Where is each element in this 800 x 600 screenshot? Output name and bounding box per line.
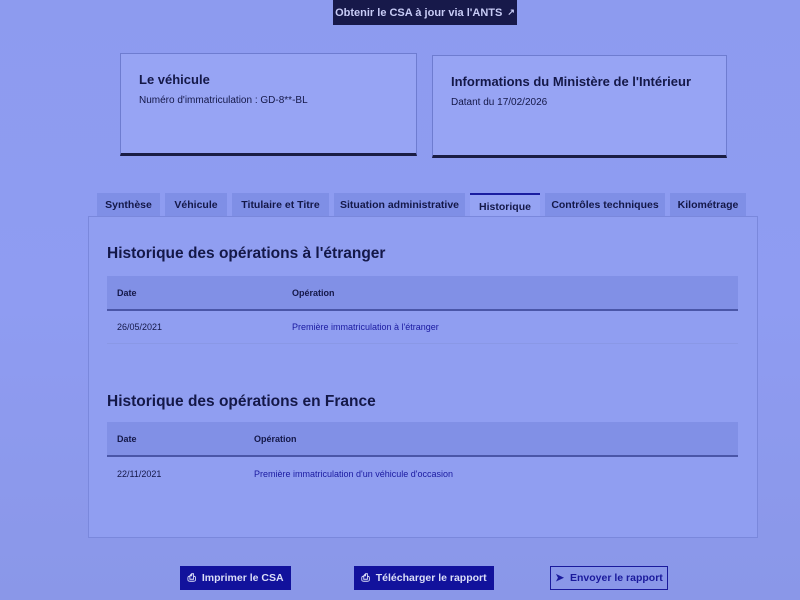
table-row: 22/11/2021 Première immatriculation d'un… bbox=[107, 457, 738, 491]
get-updated-csa-label: Obtenir le CSA à jour via l'ANTS bbox=[335, 6, 503, 19]
tab-situation-administrative[interactable]: Situation administrative bbox=[334, 193, 465, 217]
row-operation: Première immatriculation d'un véhicule d… bbox=[254, 469, 454, 479]
registration-number: Numéro d'immatriculation : GD-8**-BL bbox=[139, 95, 308, 106]
tab-kilometrage[interactable]: Kilométrage bbox=[670, 193, 746, 217]
download-report-button[interactable]: ⎙ Télécharger le rapport bbox=[354, 566, 494, 590]
tab-vehicule[interactable]: Véhicule bbox=[165, 193, 227, 217]
ministry-card: Informations du Ministère de l'Intérieur… bbox=[432, 55, 727, 158]
row-date: 22/11/2021 bbox=[117, 469, 162, 479]
column-header-date: Date bbox=[117, 287, 137, 298]
printer-icon: ⎙ bbox=[187, 571, 196, 584]
print-csa-button[interactable]: ⎙ Imprimer le CSA bbox=[180, 566, 291, 590]
tab-titulaire[interactable]: Titulaire et Titre bbox=[232, 193, 329, 217]
download-report-label: Télécharger le rapport bbox=[375, 572, 487, 584]
table-row: 26/05/2021 Première immatriculation à l'… bbox=[107, 310, 738, 344]
france-history-title: Historique des opérations en France bbox=[107, 393, 376, 410]
france-table-header: Date Opération bbox=[107, 422, 738, 457]
vehicle-card-title: Le véhicule bbox=[139, 72, 210, 87]
print-csa-label: Imprimer le CSA bbox=[201, 572, 284, 584]
row-date: 26/05/2021 bbox=[117, 321, 163, 332]
row-operation: Première immatriculation à l'étranger bbox=[292, 321, 439, 332]
vehicle-card: Le véhicule Numéro d'immatriculation : G… bbox=[120, 53, 417, 156]
column-header-operation: Opération bbox=[292, 287, 335, 298]
ministry-card-title: Informations du Ministère de l'Intérieur bbox=[451, 74, 692, 89]
column-header-date: Date bbox=[117, 433, 137, 444]
send-icon: ➤ bbox=[555, 572, 565, 584]
ministry-date: Datant du 17/02/2026 bbox=[451, 97, 548, 108]
external-link-icon: ↗ bbox=[507, 7, 515, 17]
printer-icon: ⎙ bbox=[361, 571, 370, 584]
send-report-button[interactable]: ➤ Envoyer le rapport bbox=[550, 566, 668, 590]
foreign-table-header: Date Opération bbox=[107, 276, 738, 311]
get-updated-csa-button[interactable]: Obtenir le CSA à jour via l'ANTS ↗ bbox=[333, 0, 517, 25]
tab-historique[interactable]: Historique bbox=[470, 193, 540, 218]
foreign-history-title: Historique des opérations à l'étranger bbox=[107, 245, 386, 262]
tab-synthese[interactable]: Synthèse bbox=[97, 193, 160, 217]
send-report-label: Envoyer le rapport bbox=[570, 572, 663, 584]
column-header-operation: Opération bbox=[254, 433, 297, 444]
tab-controles-techniques[interactable]: Contrôles techniques bbox=[545, 193, 665, 217]
